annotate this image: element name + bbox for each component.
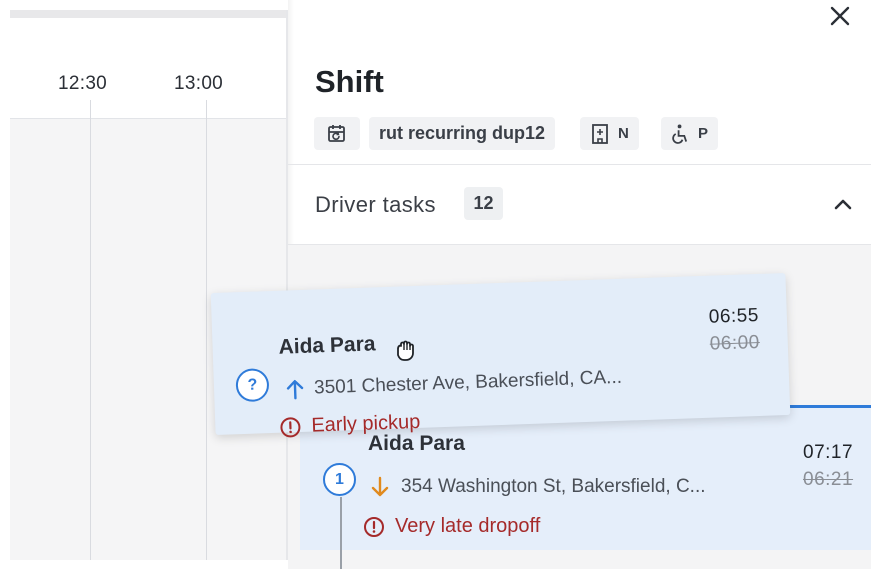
building-chip-label: N [618,125,629,142]
arrow-up-icon [286,379,304,400]
time-label: 13:00 [174,73,224,94]
task-card-pickup-dragging[interactable]: ? Aida Para 3501 Chester Ave, Bakersfiel… [210,273,791,437]
timeline-top-bar [10,10,288,18]
task-time: 06:55 [708,304,760,328]
warning-icon [364,516,384,537]
close-button[interactable] [826,2,854,30]
close-icon [830,6,850,26]
stop-unassigned-marker: ? [235,368,270,403]
chevron-up-icon [834,199,852,210]
timeline-area[interactable]: 12:30 13:00 [10,10,288,560]
task-warning-label: Early pickup [311,410,421,437]
task-original-time: 06:21 [803,469,854,490]
calendar-recurring-icon [328,124,345,142]
task-warning-label: Very late dropoff [395,515,541,537]
arrow-down-icon [371,476,389,497]
warning-icon [280,416,301,437]
task-time: 07:17 [803,442,854,463]
recurring-chip [314,117,360,150]
shift-name-label: rut recurring dup12 [379,123,546,143]
stop-number-marker: 1 [323,463,356,496]
task-address: 354 Washington St, Bakersfield, C... [401,476,706,497]
collapse-button[interactable] [829,192,857,216]
task-address: 3501 Chester Ave, Bakersfield, CA... [313,366,623,399]
wheelchair-chip: P [661,117,718,150]
grab-hand-icon [397,340,414,361]
timeline-gridline [206,100,207,560]
shift-name-chip: rut recurring dup12 [369,117,556,150]
passenger-name: Aida Para [368,432,465,455]
route-line [340,497,342,569]
passenger-name: Aida Para [278,332,376,359]
building-icon [592,123,608,144]
task-warning: Very late dropoff [363,515,540,538]
timeline-gridline [90,100,91,560]
driver-tasks-title: Driver tasks [315,192,436,217]
wheelchair-chip-label: P [697,125,708,142]
panel-title: Shift [315,64,384,99]
task-count-badge: 12 [464,187,503,220]
time-label: 12:30 [58,73,108,94]
task-original-time: 06:00 [709,331,761,355]
timeline-header: 12:30 13:00 [10,18,288,119]
task-warning: Early pickup [279,411,421,439]
building-chip: N [580,117,639,150]
wheelchair-icon [672,124,688,144]
